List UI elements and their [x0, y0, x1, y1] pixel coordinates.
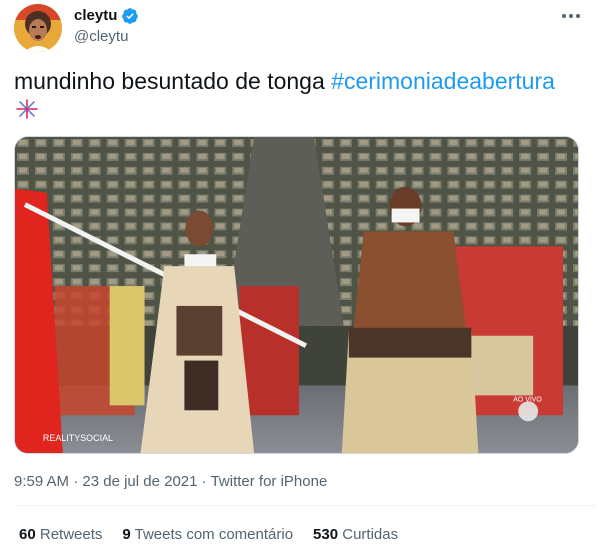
- more-options-icon[interactable]: [558, 6, 584, 26]
- meta-separator: ·: [69, 473, 83, 490]
- likes-stat[interactable]: 530 Curtidas: [313, 526, 398, 543]
- retweets-stat[interactable]: 60 Retweets: [19, 526, 102, 543]
- tweet-source[interactable]: Twitter for iPhone: [211, 473, 328, 490]
- author-avatar[interactable]: [14, 4, 62, 52]
- quotes-stat[interactable]: 9 Tweets com comentário: [122, 526, 293, 543]
- tweet-date[interactable]: 23 de jul de 2021: [82, 473, 197, 490]
- tweet-time[interactable]: 9:59 AM: [14, 473, 69, 490]
- likes-count: 530: [313, 526, 339, 543]
- divider-top: [14, 505, 595, 506]
- tweet-media[interactable]: REALITYSOCIAL AO VIVO: [14, 136, 579, 454]
- live-badge: AO VIVO: [513, 396, 542, 403]
- likes-label: Curtidas: [342, 526, 399, 543]
- avatar-photo: [14, 4, 62, 52]
- retweets-count: 60: [19, 526, 36, 543]
- author-display-name[interactable]: cleytu: [74, 7, 117, 25]
- author-handle[interactable]: @cleytu: [74, 28, 128, 45]
- tweet-meta: 9:59 AM · 23 de jul de 2021 · Twitter fo…: [14, 473, 327, 490]
- verified-badge-icon: [121, 7, 139, 25]
- tweet-photo: REALITYSOCIAL AO VIVO: [15, 137, 578, 453]
- hashtag-link[interactable]: #cerimoniadeabertura: [331, 68, 555, 94]
- author-name-row[interactable]: cleytu: [74, 7, 139, 25]
- media-watermark: REALITYSOCIAL: [43, 433, 113, 443]
- meta-separator-2: ·: [197, 473, 211, 490]
- fireworks-emoji-icon: [14, 98, 40, 120]
- quotes-label: Tweets com comentário: [134, 526, 294, 543]
- retweets-label: Retweets: [39, 526, 103, 543]
- tweet-body-text: mundinho besuntado de tonga: [14, 68, 332, 94]
- quotes-count: 9: [122, 526, 131, 543]
- tweet-stats: 60 Retweets 9 Tweets com comentário 530 …: [19, 526, 398, 543]
- tweet-text: mundinho besuntado de tonga #cerimoniade…: [14, 66, 555, 96]
